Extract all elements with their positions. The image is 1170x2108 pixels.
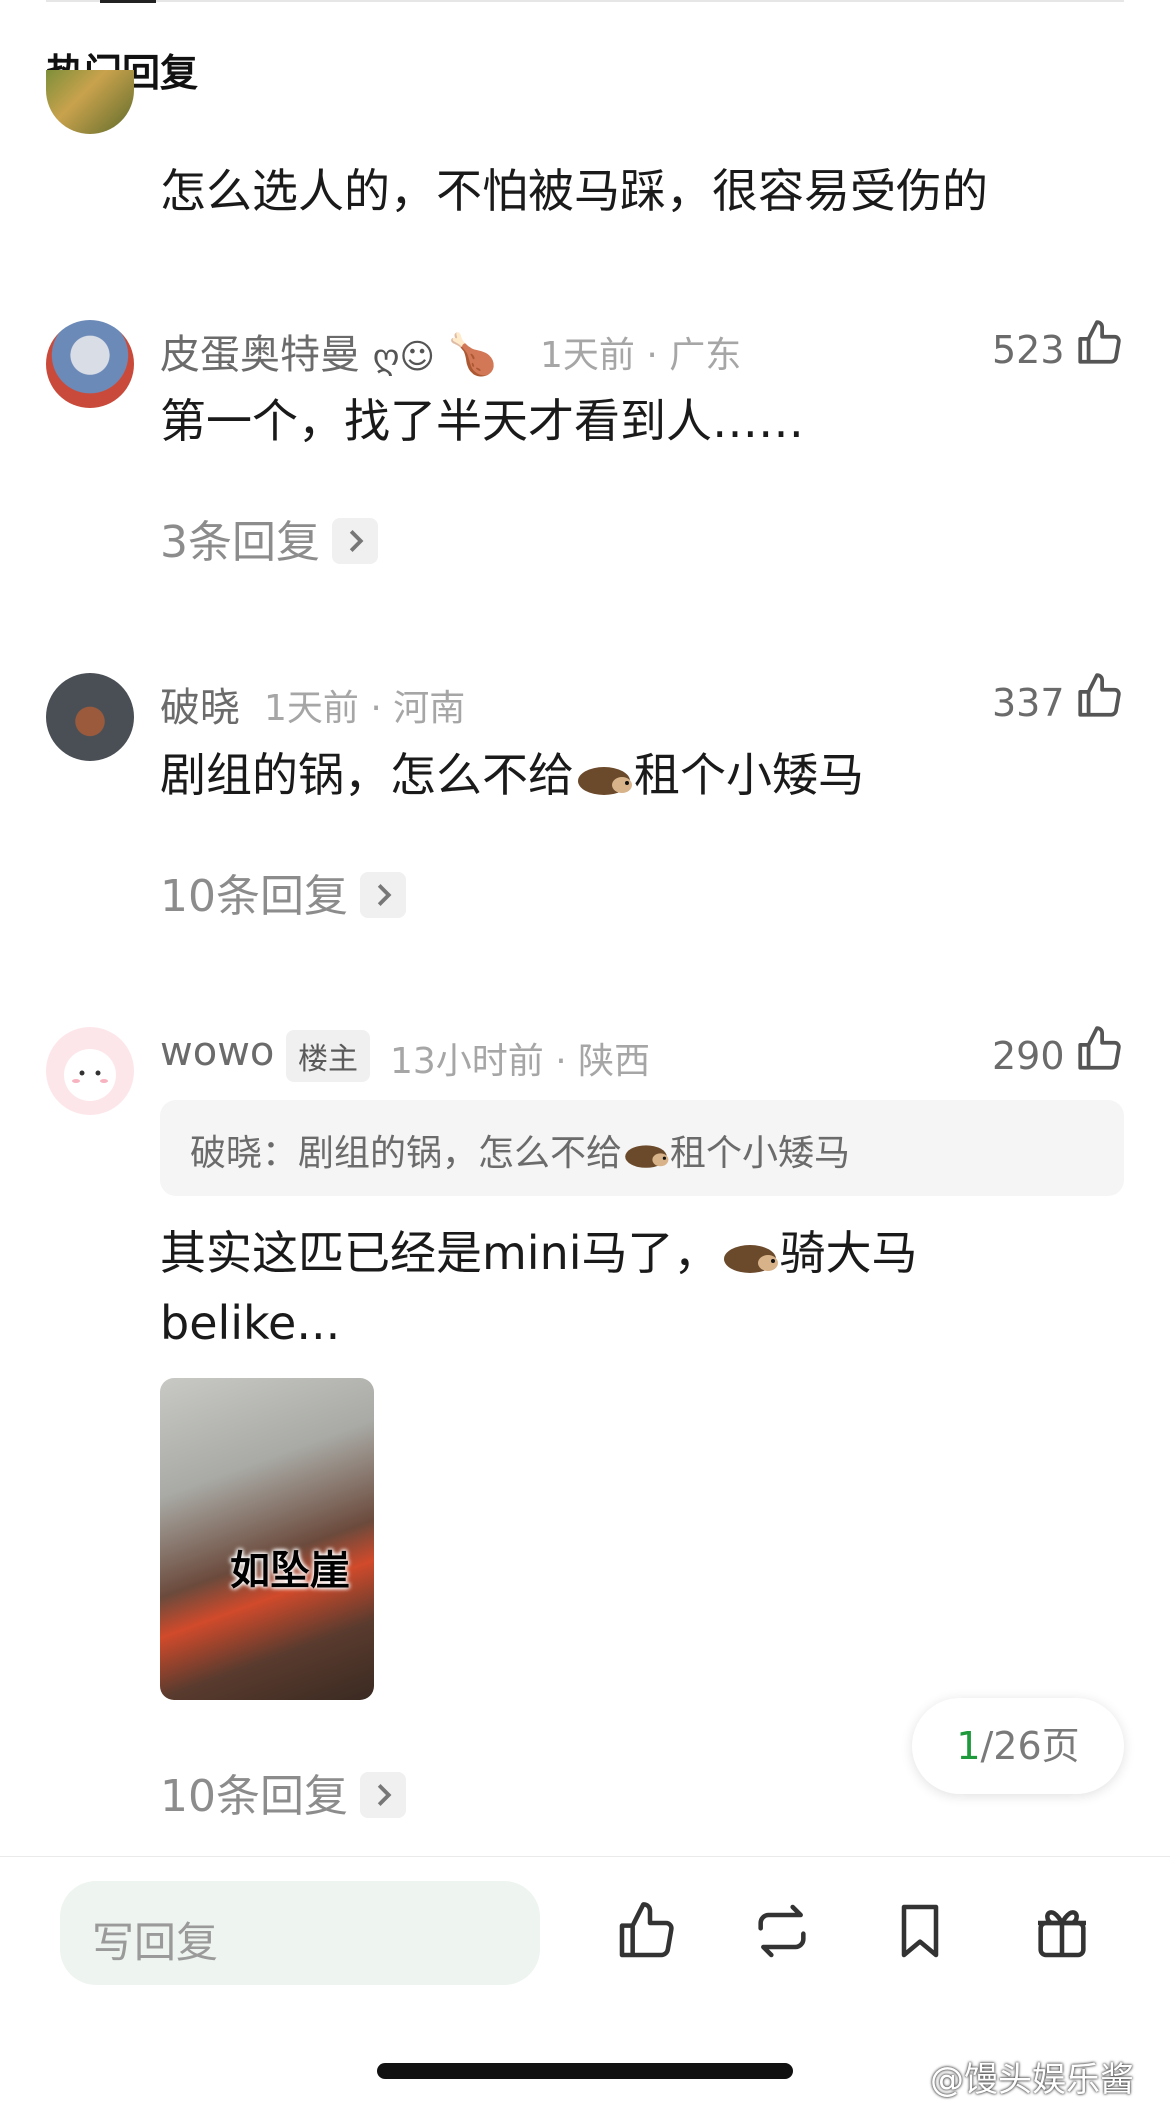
replies-link[interactable]: 3条回复 <box>160 506 378 570</box>
comment-meta: 1天前 · 广东 <box>540 335 742 376</box>
comment-text: 其实这匹已经是mini马了， 骑大马 <box>160 1218 918 1288</box>
gift-icon[interactable] <box>1030 1899 1094 1963</box>
image-caption: 如坠崖 <box>230 1548 350 1594</box>
home-indicator[interactable] <box>377 2063 793 2079</box>
watermark: @馒头娱乐酱 <box>930 2060 1134 2100</box>
quoted-text-part: 租个小矮马 <box>670 1133 851 1174</box>
like-count: 290 <box>992 1034 1065 1078</box>
page-indicator[interactable]: 1/26页 <box>912 1698 1124 1794</box>
drumstick-icon: 🍗 <box>447 332 498 378</box>
op-badge: 楼主 <box>286 1030 370 1082</box>
comment-meta: 1天前 · 河南 <box>264 688 466 729</box>
bookmark-icon[interactable] <box>888 1899 952 1963</box>
repost-icon[interactable] <box>750 1899 814 1963</box>
username-text: 皮蛋奥特曼 <box>160 332 360 378</box>
replies-link[interactable]: 10条回复 <box>160 1760 406 1824</box>
chevron-right-icon <box>360 872 406 918</box>
avatar[interactable] <box>46 673 134 761</box>
comment-meta: 13小时前 · 陕西 <box>390 1041 651 1082</box>
comment-text: 第一个，找了半天才看到人…… <box>160 394 804 448</box>
hedgehog-icon <box>723 1244 778 1273</box>
username[interactable]: 破晓 <box>160 675 240 733</box>
quoted-text-part: 破晓：剧组的锅，怎么不给 <box>190 1133 623 1174</box>
comment-text-part: 租个小矮马 <box>634 748 864 802</box>
like-count: 523 <box>992 328 1065 372</box>
like-count: 337 <box>992 681 1065 725</box>
tab-indicator <box>100 0 156 3</box>
comment-text: belike... <box>160 1296 341 1350</box>
replies-count: 3条回复 <box>160 517 320 568</box>
chevron-right-icon <box>332 518 378 564</box>
avatar[interactable] <box>46 1027 134 1115</box>
user-badge: ღ☺ <box>372 337 435 377</box>
chevron-right-icon <box>360 1772 406 1818</box>
quoted-reply[interactable]: 破晓：剧组的锅，怎么不给 租个小矮马 <box>160 1100 1124 1196</box>
comment-text-part: 剧组的锅，怎么不给 <box>160 748 574 802</box>
comment-image[interactable]: 如坠崖 <box>160 1378 374 1700</box>
username[interactable]: 皮蛋奥特曼 ღ☺ 🍗 <box>160 322 497 380</box>
quoted-text: 破晓：剧组的锅，怎么不给 租个小矮马 <box>190 1124 850 1176</box>
page-current: 1 <box>956 1724 981 1768</box>
page-total: /26页 <box>980 1724 1080 1768</box>
avatar[interactable] <box>46 320 134 408</box>
thumbs-up-icon[interactable] <box>614 1899 678 1963</box>
comment-text: 剧组的锅，怎么不给 租个小矮马 <box>160 740 864 810</box>
comment-text: 怎么选人的，不怕被马踩，很容易受伤的 <box>160 164 988 218</box>
top-divider <box>46 0 1124 2</box>
username[interactable]: wowo <box>160 1029 274 1075</box>
thumbs-up-icon[interactable] <box>1074 671 1124 721</box>
reply-input[interactable]: 写回复 <box>60 1881 540 1985</box>
hedgehog-icon <box>578 766 632 795</box>
avatar[interactable] <box>46 70 134 134</box>
reply-placeholder: 写回复 <box>92 1918 219 1967</box>
comment-text-part: 其实这匹已经是mini马了， <box>160 1226 720 1280</box>
replies-count: 10条回复 <box>160 871 348 922</box>
thumbs-up-icon[interactable] <box>1074 1024 1124 1074</box>
hedgehog-icon <box>625 1145 669 1168</box>
comment-text-part: 骑大马 <box>779 1226 918 1280</box>
replies-count: 10条回复 <box>160 1771 348 1822</box>
thumbs-up-icon[interactable] <box>1074 318 1124 368</box>
replies-link[interactable]: 10条回复 <box>160 860 406 924</box>
